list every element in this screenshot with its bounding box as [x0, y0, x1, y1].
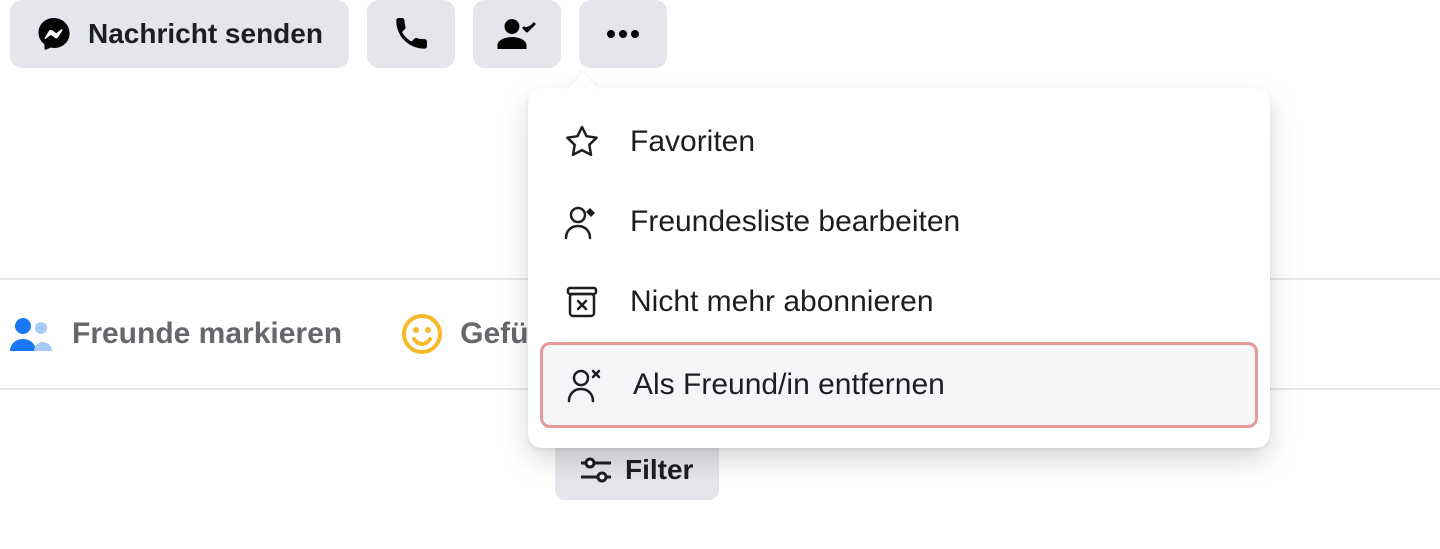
person-remove-icon: [565, 367, 605, 403]
filter-button-label: Filter: [625, 454, 693, 486]
tag-friends-label: Freunde markieren: [72, 317, 342, 351]
people-icon: [10, 317, 54, 351]
feeling-activity-action[interactable]: Gefü: [392, 314, 538, 354]
call-button[interactable]: [367, 0, 455, 68]
friend-check-icon: [497, 17, 537, 51]
smiley-icon: [402, 314, 442, 354]
person-edit-icon: [562, 204, 602, 240]
friend-status-button[interactable]: [473, 0, 561, 68]
menu-item-unfriend[interactable]: Als Freund/in entfernen: [540, 342, 1258, 428]
messenger-icon: [36, 16, 72, 52]
phone-icon: [394, 17, 428, 51]
menu-item-unfollow[interactable]: Nicht mehr abonnieren: [540, 262, 1258, 342]
menu-item-label: Favoriten: [630, 125, 755, 159]
menu-item-favorites[interactable]: Favoriten: [540, 102, 1258, 182]
message-button-label: Nachricht senden: [88, 18, 323, 50]
filter-button[interactable]: Filter: [555, 440, 719, 500]
menu-item-label: Nicht mehr abonnieren: [630, 285, 934, 319]
profile-toolbar: Nachricht senden: [0, 0, 1440, 68]
star-icon: [562, 124, 602, 160]
friend-options-menu: Favoriten Freundesliste bearbeiten Nicht…: [528, 88, 1270, 448]
menu-item-label: Als Freund/in entfernen: [633, 368, 945, 402]
sliders-icon: [581, 457, 611, 483]
menu-item-label: Freundesliste bearbeiten: [630, 205, 960, 239]
tag-friends-action[interactable]: Freunde markieren: [0, 317, 352, 351]
feeling-activity-label: Gefü: [460, 317, 528, 351]
message-button[interactable]: Nachricht senden: [10, 0, 349, 68]
menu-item-edit-friend-list[interactable]: Freundesliste bearbeiten: [540, 182, 1258, 262]
ellipsis-icon: [606, 29, 640, 39]
more-options-button[interactable]: [579, 0, 667, 68]
archive-x-icon: [562, 284, 602, 320]
